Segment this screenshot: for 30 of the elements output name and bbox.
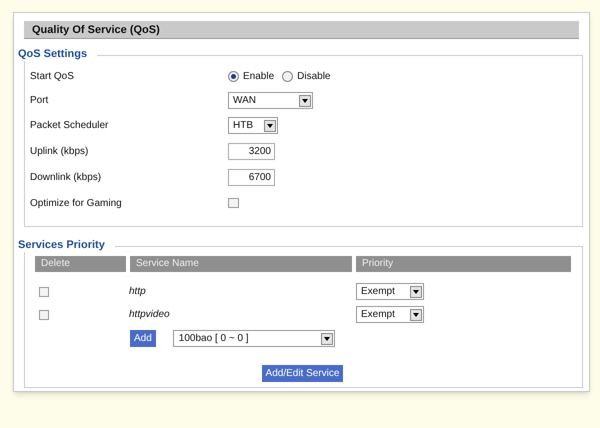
radio-button[interactable] — [282, 70, 294, 82]
field-label: Optimize for Gaming — [30, 196, 123, 210]
checkbox[interactable] — [39, 310, 49, 320]
field-label: Packet Scheduler — [30, 119, 110, 133]
radio-button[interactable] — [228, 70, 239, 82]
column-header: Delete — [35, 256, 126, 272]
service-name: http — [129, 285, 147, 299]
field-label: Uplink (kbps) — [30, 144, 90, 158]
add-edit-service-button[interactable]: Add/Edit Service — [262, 365, 344, 382]
section-legend: Services Priority — [18, 238, 115, 252]
checkbox[interactable] — [228, 198, 239, 208]
column-header: Service Name — [130, 256, 352, 272]
section-legend: QoS Settings — [18, 47, 98, 61]
number-field[interactable]: 3200 — [228, 142, 275, 160]
number-field[interactable]: 6700 — [228, 168, 275, 186]
radio-label: Disable — [297, 70, 330, 84]
checkbox[interactable] — [39, 286, 49, 296]
field-label: Downlink (kbps) — [30, 170, 102, 184]
field-label: Port — [30, 94, 50, 108]
service-name: httpvideo — [129, 308, 171, 322]
panel-title: Quality Of Service (QoS) — [24, 21, 579, 39]
add-button[interactable]: Add — [130, 330, 156, 347]
dropdown[interactable]: HTB — [228, 117, 278, 134]
service-dropdown[interactable]: 100bao [ 0 ~ 0 ] — [172, 330, 335, 347]
column-header: Priority — [356, 256, 571, 272]
priority-dropdown[interactable]: Exempt — [356, 306, 424, 323]
field-label: Start QoS — [30, 70, 75, 84]
radio-label: Enable — [243, 70, 274, 84]
dropdown[interactable]: WAN — [228, 92, 313, 109]
priority-dropdown[interactable]: Exempt — [356, 283, 424, 300]
